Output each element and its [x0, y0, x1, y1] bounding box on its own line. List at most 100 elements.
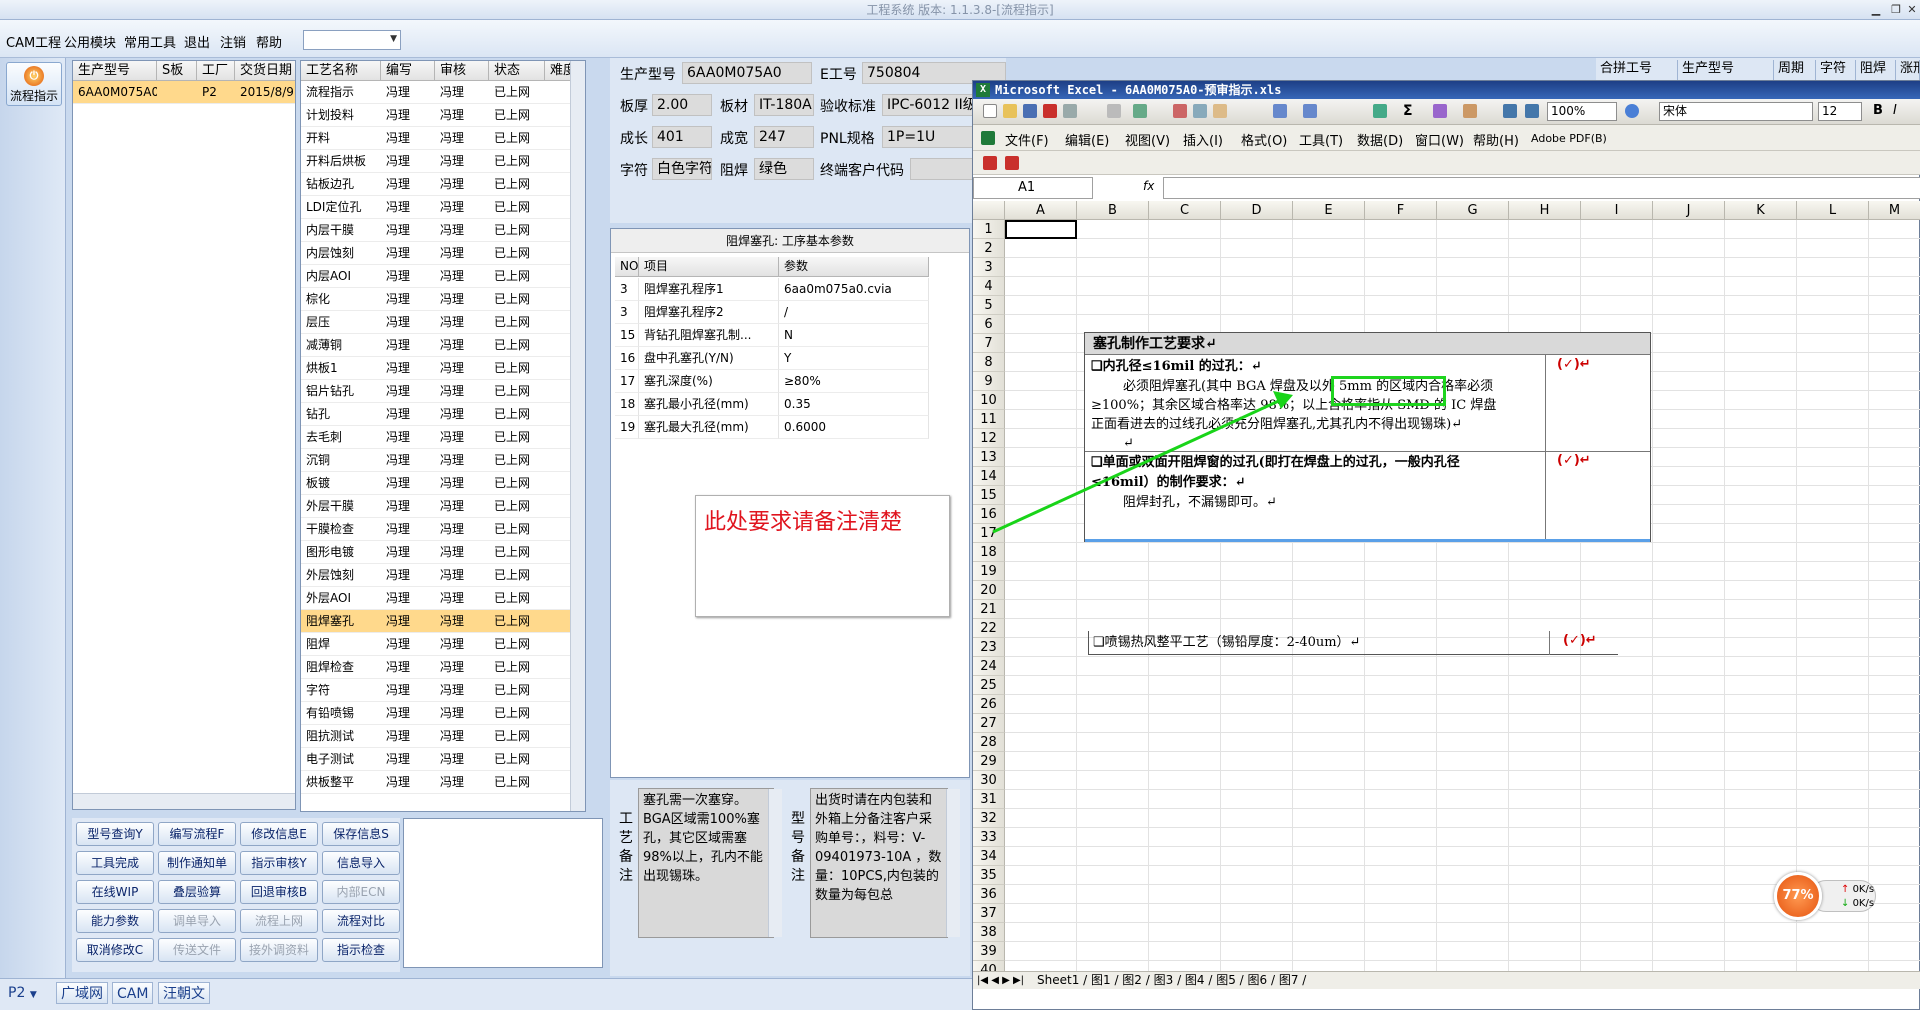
table-cell[interactable] [545, 403, 571, 426]
status-network[interactable]: 广域网 [56, 982, 108, 1004]
process-name-cell[interactable]: 开料 [301, 127, 381, 150]
table-cell[interactable]: 已上网 [489, 748, 545, 771]
function-button[interactable]: 指示审核Y [240, 851, 318, 875]
param-cell[interactable]: 塞孔最小孔径(mm) [639, 393, 779, 416]
param-cell[interactable]: 0.6000 [779, 416, 929, 439]
column-header[interactable]: G [1437, 201, 1509, 220]
minimize-button[interactable]: ▁ [1866, 0, 1886, 20]
function-button[interactable]: 回退审核B [240, 880, 318, 904]
col-header[interactable]: 字符 [1816, 60, 1856, 80]
table-cell[interactable]: 已上网 [489, 564, 545, 587]
process-name-cell[interactable]: 阻焊检查 [301, 656, 381, 679]
table-cell[interactable]: 冯理 [381, 610, 435, 633]
table-cell[interactable]: 冯理 [381, 633, 435, 656]
menu-combo[interactable]: ▼ [303, 30, 401, 50]
process-name-cell[interactable]: 减薄铜 [301, 334, 381, 357]
row-header[interactable]: 13 [973, 448, 1005, 467]
column-header[interactable]: F [1365, 201, 1437, 220]
function-button[interactable]: 流程对比 [322, 909, 400, 933]
table-cell[interactable]: 冯理 [381, 679, 435, 702]
table-cell[interactable]: 冯理 [435, 610, 489, 633]
col-header[interactable]: 涨形 [1896, 60, 1920, 80]
table-cell[interactable]: 冯理 [381, 380, 435, 403]
column-header[interactable]: M [1869, 201, 1920, 220]
table-cell[interactable]: 冯理 [381, 564, 435, 587]
col-header[interactable]: 合拼工号 [1596, 60, 1678, 80]
process-name-cell[interactable]: 钻板边孔 [301, 173, 381, 196]
table-cell[interactable]: 冯理 [381, 288, 435, 311]
table-cell[interactable]: 冯理 [381, 242, 435, 265]
process-name-cell[interactable]: 钻孔 [301, 403, 381, 426]
table-cell[interactable]: 冯理 [381, 196, 435, 219]
char-field[interactable]: 白色字符 [652, 158, 712, 180]
col-header[interactable]: 周期 [1774, 60, 1816, 80]
paste-icon[interactable] [1213, 104, 1227, 118]
table-cell[interactable]: 冯理 [435, 656, 489, 679]
menu-logout[interactable]: 注销 [220, 32, 246, 51]
table-cell[interactable] [545, 265, 571, 288]
row-header[interactable]: 33 [973, 828, 1005, 847]
process-name-cell[interactable]: 计划投料 [301, 104, 381, 127]
table-cell[interactable] [545, 610, 571, 633]
param-cell[interactable]: / [779, 301, 929, 324]
thick-field[interactable]: 2.00 [652, 94, 712, 116]
row-header[interactable]: 1 [973, 220, 1005, 239]
table-cell[interactable] [545, 311, 571, 334]
param-cell[interactable]: 盘中孔塞孔(Y/N) [639, 347, 779, 370]
row-header[interactable]: 23 [973, 638, 1005, 657]
process-name-cell[interactable]: 去毛刺 [301, 426, 381, 449]
row-header[interactable]: 3 [973, 258, 1005, 277]
table-cell[interactable]: 冯理 [435, 426, 489, 449]
table-cell[interactable]: 已上网 [489, 311, 545, 334]
table-cell[interactable]: 已上网 [489, 219, 545, 242]
excel-menu-format[interactable]: 格式(O) [1241, 130, 1287, 149]
param-cell[interactable]: 17 [615, 370, 639, 393]
column-header[interactable]: H [1509, 201, 1581, 220]
width-field[interactable]: 247 [754, 126, 814, 148]
process-name-cell[interactable]: 沉铜 [301, 449, 381, 472]
row-header[interactable]: 31 [973, 790, 1005, 809]
row-header[interactable]: 8 [973, 353, 1005, 372]
row-header[interactable]: 25 [973, 676, 1005, 695]
function-button[interactable]: 制作通知单 [158, 851, 236, 875]
process-name-cell[interactable]: LDI定位孔 [301, 196, 381, 219]
table-cell[interactable]: 冯理 [435, 541, 489, 564]
process-name-cell[interactable]: 外层干膜 [301, 495, 381, 518]
menu-help[interactable]: 帮助 [256, 32, 282, 51]
row-header[interactable]: 9 [973, 372, 1005, 391]
menu-tools[interactable]: 常用工具 [124, 32, 176, 51]
table-cell[interactable]: 冯理 [435, 633, 489, 656]
col-header[interactable]: 参数 [779, 257, 929, 277]
table-cell[interactable]: 冯理 [381, 104, 435, 127]
mask-field[interactable]: 绿色 [754, 158, 814, 180]
row-header[interactable]: 6 [973, 315, 1005, 334]
col-header[interactable]: 工厂 [197, 61, 235, 81]
param-cell[interactable]: 0.35 [779, 393, 929, 416]
process-name-cell[interactable]: 图形电镀 [301, 541, 381, 564]
preview-icon[interactable] [1107, 104, 1121, 118]
row-header[interactable]: 14 [973, 467, 1005, 486]
function-button[interactable]: 保存信息S [322, 822, 400, 846]
table-cell[interactable]: 已上网 [489, 288, 545, 311]
function-button[interactable]: 叠层验算 [158, 880, 236, 904]
param-cell[interactable]: 15 [615, 324, 639, 347]
menu-exit[interactable]: 退出 [184, 32, 210, 51]
table-cell[interactable]: 冯理 [435, 748, 489, 771]
table-cell[interactable] [545, 725, 571, 748]
column-header[interactable]: K [1725, 201, 1797, 220]
memo-box[interactable] [403, 818, 603, 968]
table-cell[interactable]: 已上网 [489, 173, 545, 196]
function-button[interactable]: 编写流程F [158, 822, 236, 846]
net-speed-widget[interactable]: ↑ 0K/s ↓ 0K/s 77% [1774, 872, 1876, 922]
table-cell[interactable]: 已上网 [489, 127, 545, 150]
menu-cam[interactable]: CAM工程 [6, 32, 61, 51]
table-cell[interactable] [545, 702, 571, 725]
process-name-cell[interactable]: 层压 [301, 311, 381, 334]
spell-icon[interactable] [1133, 104, 1147, 118]
table-cell[interactable]: 冯理 [381, 541, 435, 564]
row-header[interactable]: 12 [973, 429, 1005, 448]
col-header[interactable]: 编写 [381, 61, 435, 81]
table-cell[interactable] [545, 656, 571, 679]
table-cell[interactable] [545, 334, 571, 357]
process-name-cell[interactable]: 板镀 [301, 472, 381, 495]
